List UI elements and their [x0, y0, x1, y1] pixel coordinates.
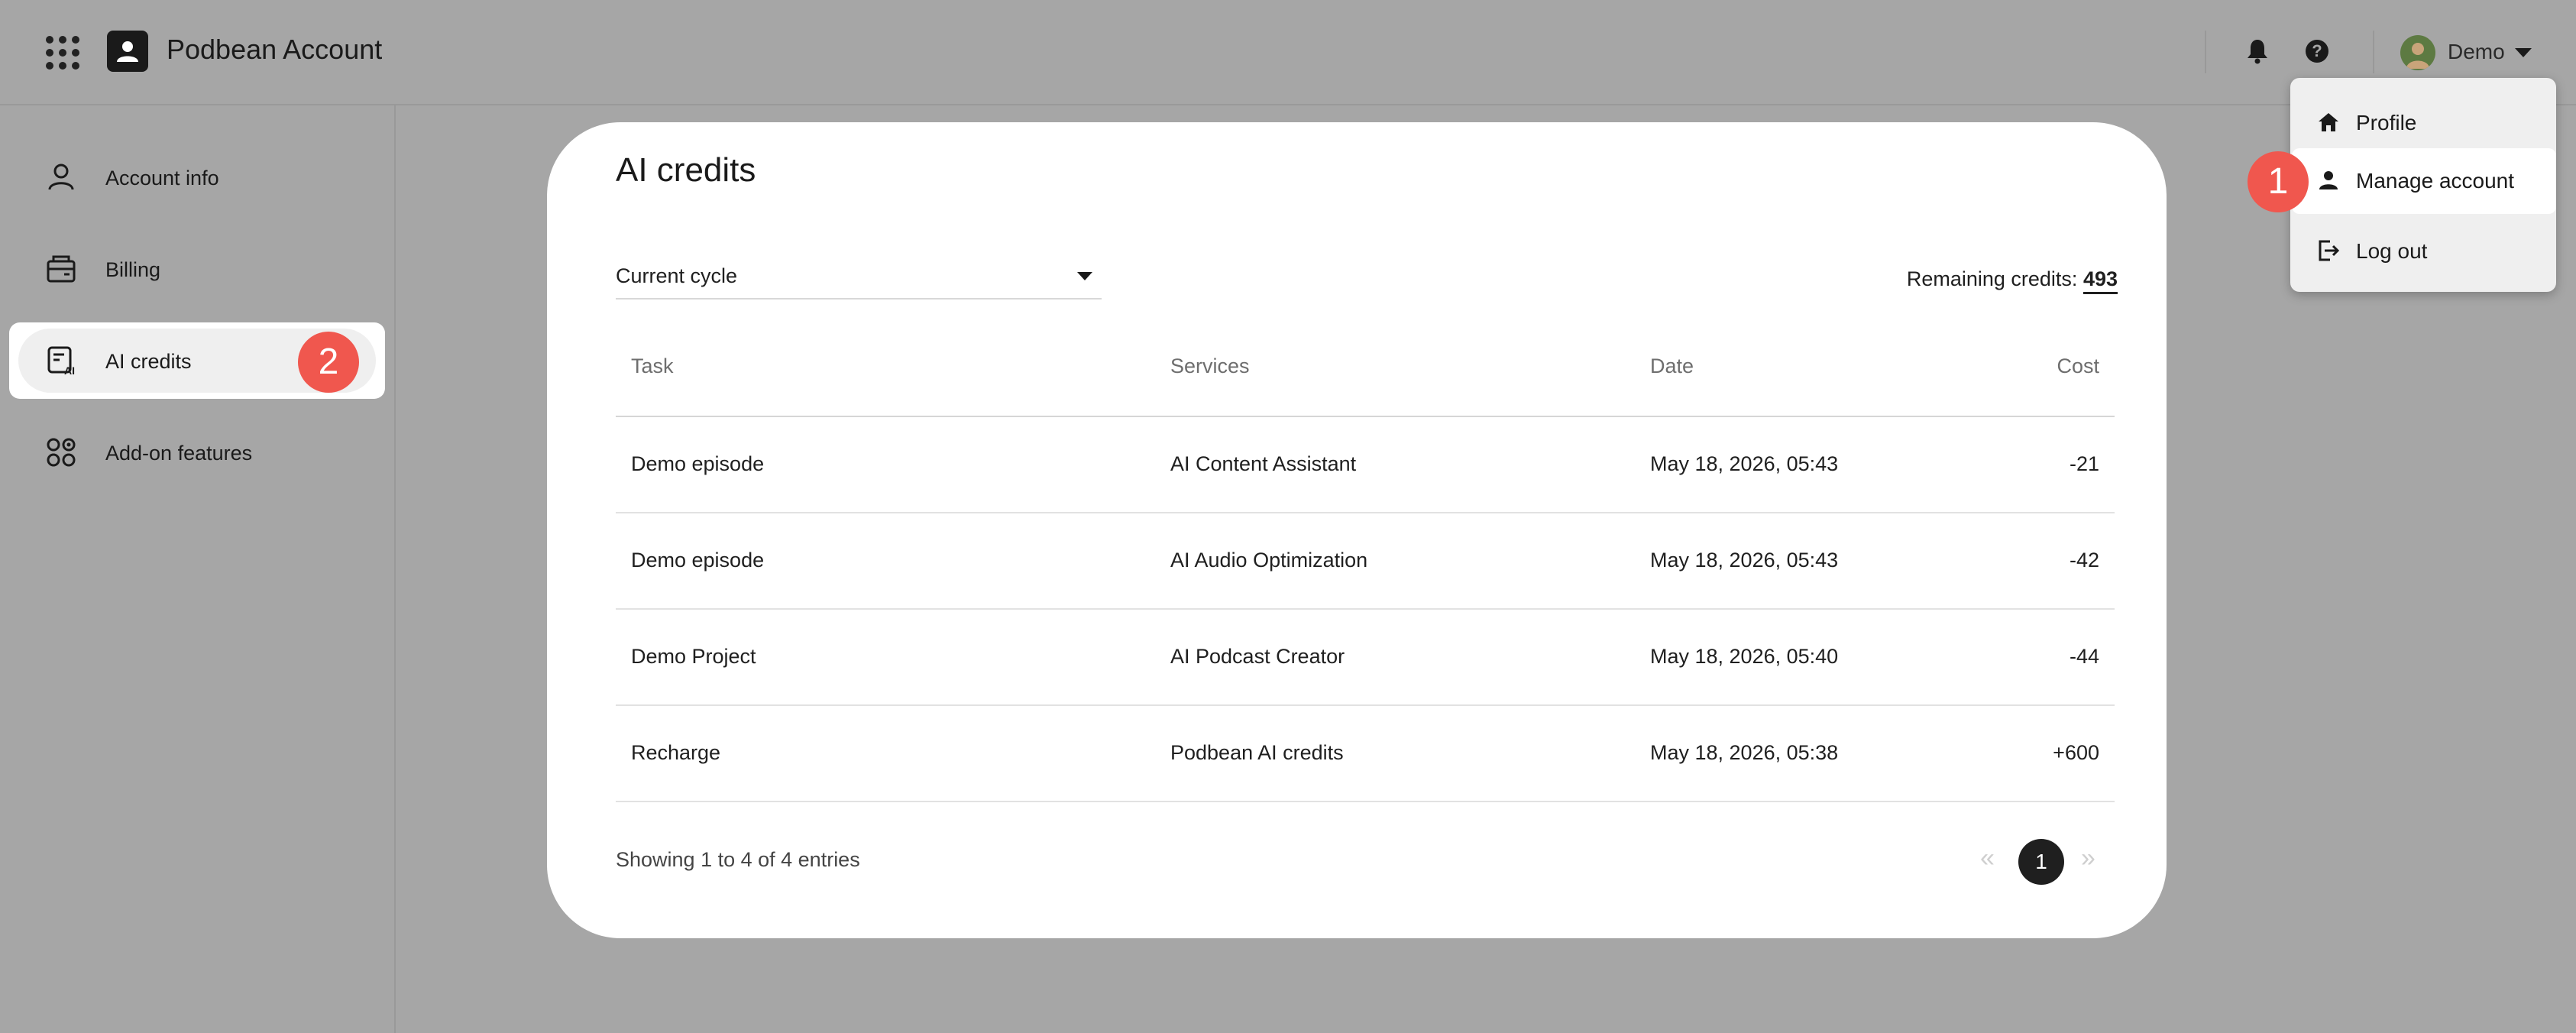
menu-item-label: Manage account — [2356, 169, 2515, 193]
menu-item-profile[interactable]: Profile — [2290, 90, 2556, 154]
service-cell: Podbean AI credits — [1170, 741, 1344, 764]
sidebar-divider — [394, 105, 396, 1033]
cost-cell: -42 — [2069, 549, 2099, 572]
remaining-credits-value: 493 — [2082, 267, 2118, 294]
service-cell: AI Content Assistant — [1170, 452, 1357, 475]
task-cell: Demo episode — [631, 452, 765, 475]
table-header-row: Task Services Date Cost — [616, 321, 2115, 417]
sidebar-item-label: Add-on features — [105, 442, 253, 465]
annotation-badge-2: 2 — [298, 332, 359, 393]
svg-text:AI: AI — [64, 364, 75, 377]
sidebar-item-label: Account info — [105, 167, 219, 189]
sidebar-item-billing[interactable]: Billing — [11, 232, 383, 306]
remaining-credits: Remaining credits: 493 — [1906, 267, 2118, 294]
table-row: Recharge Podbean AI credits May 18, 2026… — [616, 706, 2115, 802]
person-icon — [2319, 171, 2338, 189]
person-icon — [48, 164, 74, 190]
table-row: Demo episode AI Content Assistant May 18… — [616, 417, 2115, 513]
account-logo-icon — [107, 31, 148, 72]
pagination-page-1[interactable]: 1 — [2018, 839, 2064, 885]
ai-credits-icon: AI — [47, 346, 75, 377]
table-row: Demo Project AI Podcast Creator May 18, … — [616, 610, 2115, 706]
bell-icon[interactable] — [2246, 38, 2269, 68]
annotation-badge-1: 1 — [2248, 151, 2309, 212]
page-title: AI credits — [616, 151, 756, 189]
column-header-task: Task — [631, 355, 674, 377]
addon-icon — [47, 438, 76, 467]
credits-table: Task Services Date Cost Demo episode AI … — [616, 321, 2115, 802]
date-cell: May 18, 2026, 05:43 — [1650, 549, 1839, 572]
header-divider — [2205, 31, 2206, 73]
date-cell: May 18, 2026, 05:38 — [1650, 741, 1839, 764]
menu-item-log-out[interactable]: Log out — [2290, 219, 2556, 283]
menu-item-label: Log out — [2356, 239, 2428, 263]
logout-icon — [2319, 240, 2340, 261]
entries-summary: Showing 1 to 4 of 4 entries — [616, 848, 860, 871]
column-header-date: Date — [1650, 355, 1694, 377]
apps-grid-icon[interactable] — [46, 36, 79, 70]
service-cell: AI Podcast Creator — [1170, 645, 1345, 668]
sidebar-item-account-info[interactable]: Account info — [11, 141, 383, 214]
help-icon[interactable]: ? — [2306, 40, 2328, 63]
app-title: Podbean Account — [167, 34, 383, 65]
chevron-down-icon[interactable] — [2515, 48, 2532, 57]
user-name[interactable]: Demo — [2448, 40, 2505, 64]
sidebar-item-label: Billing — [105, 258, 161, 281]
task-cell: Demo Project — [631, 645, 756, 668]
wallet-icon — [47, 255, 76, 283]
cycle-select-value: Current cycle — [616, 264, 738, 287]
service-cell: AI Audio Optimization — [1170, 549, 1368, 572]
sidebar-item-label: AI credits — [105, 350, 192, 373]
top-header: Podbean Account ? Demo — [0, 0, 2576, 105]
cycle-select[interactable]: Current cycle — [616, 258, 1102, 300]
menu-item-label: Profile — [2356, 111, 2417, 134]
cost-cell: +600 — [2053, 741, 2099, 764]
menu-item-manage-account[interactable]: Manage account — [2290, 148, 2556, 212]
date-cell: May 18, 2026, 05:40 — [1650, 645, 1839, 668]
chevron-down-icon — [1077, 272, 1092, 280]
table-row: Demo episode AI Audio Optimization May 1… — [616, 513, 2115, 610]
sidebar-item-add-on-features[interactable]: Add-on features — [11, 416, 383, 489]
header-divider — [2373, 31, 2374, 73]
avatar[interactable] — [2400, 35, 2435, 70]
task-cell: Demo episode — [631, 549, 765, 572]
date-cell: May 18, 2026, 05:43 — [1650, 452, 1839, 475]
home-icon — [2319, 113, 2338, 131]
pagination-prev-button[interactable]: « — [1980, 844, 1995, 873]
cost-cell: -21 — [2069, 452, 2099, 475]
column-header-cost: Cost — [2057, 355, 2099, 377]
cost-cell: -44 — [2069, 645, 2099, 668]
remaining-credits-label: Remaining credits: — [1906, 267, 2078, 290]
pagination-next-button[interactable]: » — [2081, 844, 2095, 873]
task-cell: Recharge — [631, 741, 721, 764]
column-header-services: Services — [1170, 355, 1250, 377]
